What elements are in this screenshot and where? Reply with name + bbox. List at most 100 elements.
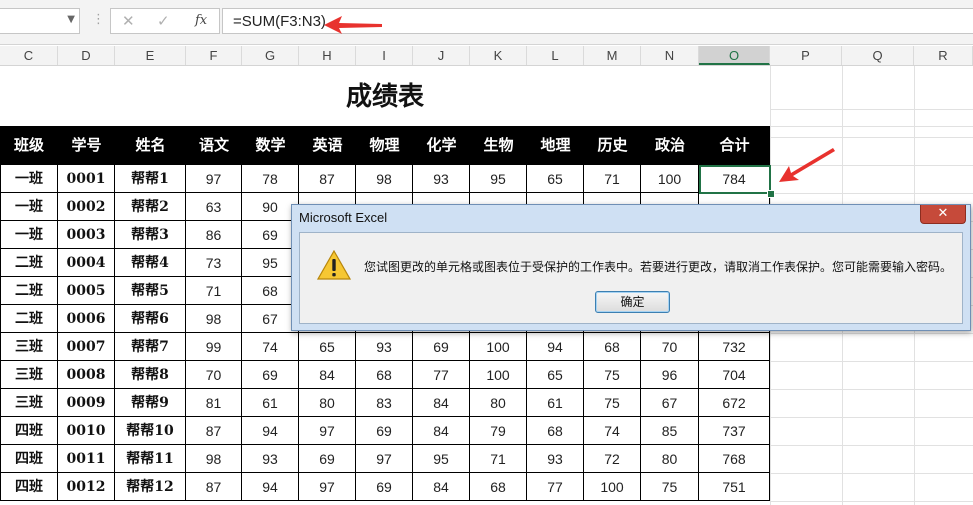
table-cell[interactable]: 80 xyxy=(299,389,356,417)
more-options-icon[interactable]: ⋮ xyxy=(92,12,105,27)
table-cell[interactable]: 63 xyxy=(186,193,242,221)
table-cell[interactable]: 77 xyxy=(527,473,584,501)
table-cell[interactable]: 帮帮2 xyxy=(115,193,186,221)
table-cell[interactable]: 帮帮10 xyxy=(115,417,186,445)
column-header[interactable]: O xyxy=(699,46,770,65)
table-cell[interactable]: 79 xyxy=(470,417,527,445)
table-cell[interactable]: 68 xyxy=(356,361,413,389)
table-cell[interactable]: 帮帮8 xyxy=(115,361,186,389)
name-box[interactable]: ▼ xyxy=(0,8,80,34)
table-cell[interactable]: 100 xyxy=(584,473,641,501)
table-cell[interactable]: 732 xyxy=(699,333,770,361)
table-cell[interactable]: 0001 xyxy=(58,165,115,193)
column-header[interactable]: P xyxy=(770,46,842,65)
table-cell[interactable]: 94 xyxy=(242,417,299,445)
table-cell[interactable]: 一班 xyxy=(0,165,58,193)
column-header[interactable]: G xyxy=(242,46,299,65)
table-cell[interactable]: 99 xyxy=(186,333,242,361)
table-cell[interactable]: 737 xyxy=(699,417,770,445)
table-cell[interactable]: 75 xyxy=(641,473,699,501)
table-cell[interactable]: 70 xyxy=(641,333,699,361)
header-cell[interactable]: 历史 xyxy=(584,126,641,165)
table-cell[interactable]: 93 xyxy=(242,445,299,473)
table-cell[interactable]: 73 xyxy=(186,249,242,277)
table-cell[interactable]: 87 xyxy=(186,417,242,445)
cancel-icon[interactable]: ✕ xyxy=(122,12,135,30)
column-header[interactable]: F xyxy=(186,46,242,65)
table-cell[interactable]: 65 xyxy=(527,361,584,389)
header-cell[interactable]: 合计 xyxy=(699,126,770,165)
column-header[interactable]: L xyxy=(527,46,584,65)
table-cell[interactable]: 帮帮1 xyxy=(115,165,186,193)
table-cell[interactable]: 93 xyxy=(527,445,584,473)
table-cell[interactable]: 68 xyxy=(527,417,584,445)
column-header[interactable]: C xyxy=(0,46,58,65)
column-header[interactable]: I xyxy=(356,46,413,65)
table-cell[interactable]: 67 xyxy=(641,389,699,417)
table-cell[interactable]: 87 xyxy=(186,473,242,501)
table-cell[interactable]: 81 xyxy=(186,389,242,417)
table-cell[interactable]: 0004 xyxy=(58,249,115,277)
header-cell[interactable]: 班级 xyxy=(0,126,58,165)
table-cell[interactable]: 68 xyxy=(470,473,527,501)
header-cell[interactable]: 姓名 xyxy=(115,126,186,165)
table-cell[interactable]: 768 xyxy=(699,445,770,473)
table-cell[interactable]: 97 xyxy=(299,417,356,445)
table-cell[interactable]: 100 xyxy=(641,165,699,193)
table-cell[interactable]: 帮帮3 xyxy=(115,221,186,249)
table-cell[interactable]: 帮帮7 xyxy=(115,333,186,361)
header-cell[interactable]: 学号 xyxy=(58,126,115,165)
header-cell[interactable]: 物理 xyxy=(356,126,413,165)
table-cell[interactable]: 帮帮12 xyxy=(115,473,186,501)
table-cell[interactable]: 68 xyxy=(584,333,641,361)
table-cell[interactable]: 一班 xyxy=(0,193,58,221)
table-cell[interactable]: 84 xyxy=(413,389,470,417)
header-cell[interactable]: 语文 xyxy=(186,126,242,165)
header-cell[interactable]: 数学 xyxy=(242,126,299,165)
table-cell[interactable]: 61 xyxy=(527,389,584,417)
header-cell[interactable]: 英语 xyxy=(299,126,356,165)
table-cell[interactable]: 0009 xyxy=(58,389,115,417)
table-cell[interactable]: 0003 xyxy=(58,221,115,249)
table-cell[interactable]: 三班 xyxy=(0,333,58,361)
column-header[interactable]: J xyxy=(413,46,470,65)
table-cell[interactable]: 704 xyxy=(699,361,770,389)
column-header[interactable]: M xyxy=(584,46,641,65)
header-cell[interactable]: 化学 xyxy=(413,126,470,165)
table-cell[interactable]: 0012 xyxy=(58,473,115,501)
table-cell[interactable]: 72 xyxy=(584,445,641,473)
header-cell[interactable]: 政治 xyxy=(641,126,699,165)
insert-function-icon[interactable]: fx xyxy=(195,13,207,28)
table-cell[interactable]: 78 xyxy=(242,165,299,193)
table-cell[interactable]: 二班 xyxy=(0,249,58,277)
table-cell[interactable]: 0010 xyxy=(58,417,115,445)
table-cell[interactable]: 100 xyxy=(470,361,527,389)
column-header[interactable]: Q xyxy=(842,46,914,65)
chevron-down-icon[interactable]: ▼ xyxy=(67,14,75,25)
table-cell[interactable]: 一班 xyxy=(0,221,58,249)
table-cell[interactable]: 83 xyxy=(356,389,413,417)
table-cell[interactable]: 帮帮9 xyxy=(115,389,186,417)
table-cell[interactable]: 0002 xyxy=(58,193,115,221)
header-cell[interactable]: 生物 xyxy=(470,126,527,165)
table-cell[interactable]: 85 xyxy=(641,417,699,445)
table-cell[interactable]: 四班 xyxy=(0,473,58,501)
table-cell[interactable]: 69 xyxy=(242,361,299,389)
table-cell[interactable]: 0005 xyxy=(58,277,115,305)
ok-button[interactable]: 确定 xyxy=(595,291,670,313)
table-cell[interactable]: 帮帮4 xyxy=(115,249,186,277)
close-icon[interactable]: ✕ xyxy=(920,205,966,224)
column-header[interactable]: D xyxy=(58,46,115,65)
table-cell[interactable]: 69 xyxy=(299,445,356,473)
table-cell[interactable]: 帮帮11 xyxy=(115,445,186,473)
table-cell[interactable]: 100 xyxy=(470,333,527,361)
table-cell[interactable]: 帮帮6 xyxy=(115,305,186,333)
table-cell[interactable]: 70 xyxy=(186,361,242,389)
table-cell[interactable]: 87 xyxy=(299,165,356,193)
table-cell[interactable]: 97 xyxy=(186,165,242,193)
table-cell[interactable]: 0007 xyxy=(58,333,115,361)
table-cell[interactable]: 672 xyxy=(699,389,770,417)
table-cell[interactable]: 97 xyxy=(356,445,413,473)
table-cell[interactable]: 三班 xyxy=(0,389,58,417)
table-cell[interactable]: 69 xyxy=(413,333,470,361)
